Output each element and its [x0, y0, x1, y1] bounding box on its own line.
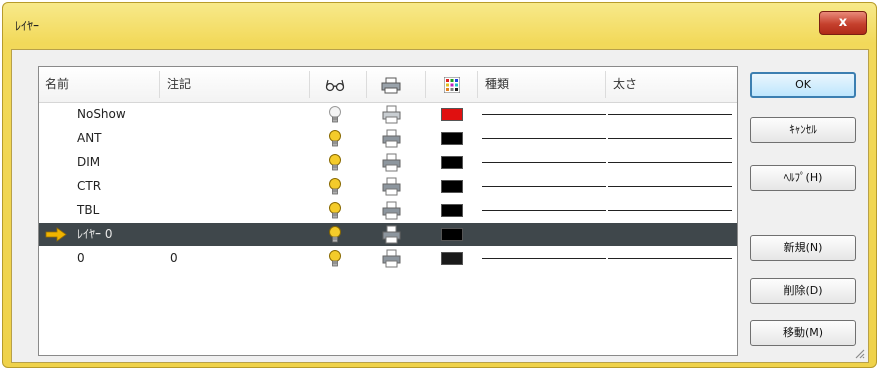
layer-list[interactable]: 名前 注記 種類 太さ NoShow ANT DIM CTR TBL ﾚｲﾔｰ …: [38, 66, 738, 356]
delete-layer-button[interactable]: 削除(D): [750, 278, 856, 304]
printer-icon[interactable]: [382, 201, 402, 220]
move-layer-button[interactable]: 移動(M): [750, 320, 856, 346]
printer-icon[interactable]: [382, 105, 402, 124]
layer-dialog: ﾚｲﾔｰ x 名前 注記 種類 太さ NoShow ANT DIM CTR TB…: [2, 2, 877, 368]
window-title: ﾚｲﾔｰ: [15, 19, 40, 33]
layer-name: DIM: [77, 155, 101, 169]
layer-color-swatch[interactable]: [441, 180, 463, 193]
lightbulb-icon[interactable]: [328, 249, 342, 268]
layer-row[interactable]: ﾚｲﾔｰ 0: [39, 223, 737, 246]
color-palette-icon[interactable]: [444, 77, 460, 93]
lightbulb-icon[interactable]: [328, 129, 342, 148]
lineweight-sample[interactable]: [608, 162, 732, 163]
layer-color-swatch[interactable]: [441, 108, 463, 121]
layer-color-swatch[interactable]: [441, 252, 463, 265]
help-button[interactable]: ﾍﾙﾌﾟ(H): [750, 165, 856, 191]
list-header: 名前 注記 種類 太さ: [39, 67, 737, 103]
linetype-sample[interactable]: [482, 114, 606, 115]
layer-color-swatch[interactable]: [441, 132, 463, 145]
lineweight-sample[interactable]: [608, 114, 732, 115]
printer-icon[interactable]: [382, 177, 402, 196]
new-layer-button[interactable]: 新規(N): [750, 235, 856, 261]
layer-row[interactable]: TBL: [39, 199, 737, 222]
resize-grip-icon[interactable]: [853, 347, 865, 359]
layer-name: ﾚｲﾔｰ 0: [77, 227, 113, 241]
layer-name: ANT: [77, 131, 102, 145]
lightbulb-icon[interactable]: [328, 177, 342, 196]
lineweight-sample[interactable]: [608, 186, 732, 187]
column-lineweight-header[interactable]: 太さ: [607, 67, 737, 102]
lineweight-sample[interactable]: [608, 138, 732, 139]
lineweight-sample[interactable]: [608, 210, 732, 211]
linetype-sample[interactable]: [482, 162, 606, 163]
linetype-sample[interactable]: [482, 186, 606, 187]
layer-row[interactable]: NoShow: [39, 103, 737, 126]
lightbulb-icon[interactable]: [328, 201, 342, 220]
linetype-sample[interactable]: [482, 138, 606, 139]
dialog-body: 名前 注記 種類 太さ NoShow ANT DIM CTR TBL ﾚｲﾔｰ …: [11, 49, 869, 363]
printer-icon[interactable]: [381, 77, 401, 94]
layer-color-swatch[interactable]: [441, 228, 463, 241]
layer-row[interactable]: ANT: [39, 127, 737, 150]
lineweight-sample[interactable]: [608, 258, 732, 259]
printer-icon[interactable]: [382, 153, 402, 172]
layer-row[interactable]: DIM: [39, 151, 737, 174]
lightbulb-icon[interactable]: [328, 105, 342, 124]
printer-icon[interactable]: [382, 129, 402, 148]
close-button[interactable]: x: [819, 11, 867, 35]
layer-name: TBL: [77, 203, 100, 217]
glasses-icon[interactable]: [325, 77, 345, 93]
layer-row[interactable]: CTR: [39, 175, 737, 198]
layer-name: NoShow: [77, 107, 126, 121]
current-layer-arrow-icon: [45, 227, 67, 242]
layer-comment: 0: [170, 251, 178, 265]
layer-color-swatch[interactable]: [441, 156, 463, 169]
ok-button[interactable]: OK: [750, 72, 856, 98]
lightbulb-icon[interactable]: [328, 153, 342, 172]
linetype-sample[interactable]: [482, 210, 606, 211]
column-comment-header[interactable]: 注記: [161, 67, 309, 102]
column-name-header[interactable]: 名前: [39, 67, 159, 102]
linetype-sample[interactable]: [482, 258, 606, 259]
lightbulb-icon[interactable]: [328, 225, 342, 244]
layer-name: CTR: [77, 179, 102, 193]
layer-row[interactable]: 00: [39, 247, 737, 270]
cancel-button[interactable]: ｷｬﾝｾﾙ: [750, 117, 856, 143]
printer-icon[interactable]: [382, 249, 402, 268]
layer-name: 0: [77, 251, 85, 265]
column-linetype-header[interactable]: 種類: [479, 67, 605, 102]
layer-color-swatch[interactable]: [441, 204, 463, 217]
printer-icon[interactable]: [382, 225, 402, 244]
